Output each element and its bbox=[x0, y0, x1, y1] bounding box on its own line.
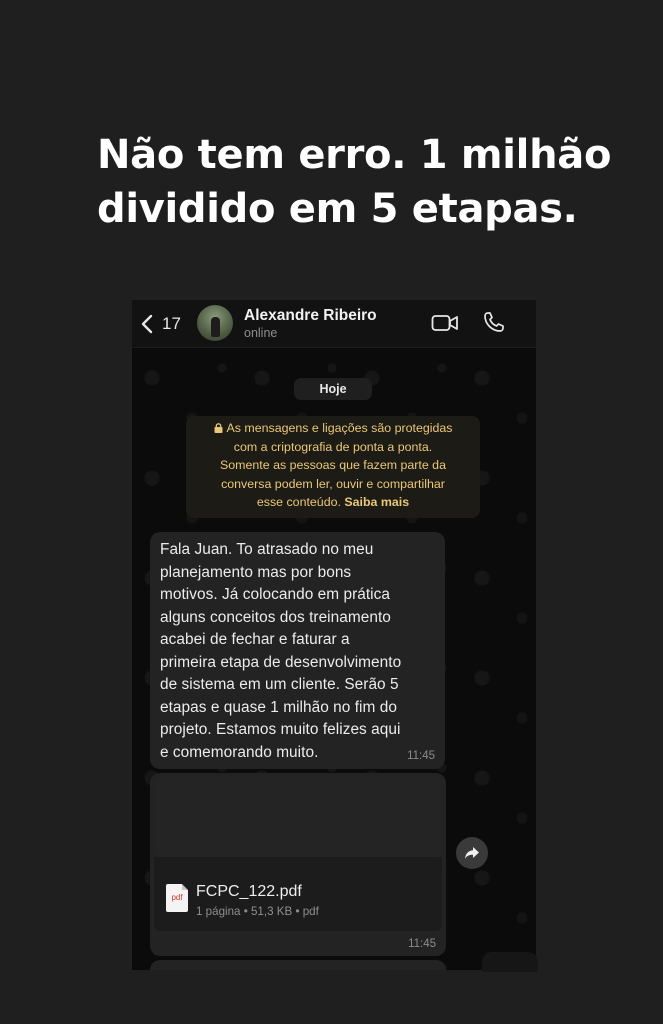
contact-name[interactable]: Alexandre Ribeiro bbox=[244, 307, 377, 325]
chevron-left-icon bbox=[141, 314, 153, 334]
document-message[interactable]: pdf FCPC_122.pdf 1 página • 51,3 KB • pd… bbox=[150, 773, 446, 956]
encryption-line-5: esse conteúdo. Saiba mais bbox=[256, 495, 410, 510]
video-call-icon[interactable] bbox=[431, 312, 459, 334]
contact-status: online bbox=[244, 326, 278, 340]
document-meta: 1 página • 51,3 KB • pdf bbox=[196, 905, 319, 918]
message-bubble[interactable]: Fala Juan. To atrasado no meu planejamen… bbox=[150, 532, 445, 769]
encryption-line-2: com a criptografia de ponta a ponta. bbox=[233, 439, 433, 454]
unread-count: 17 bbox=[162, 314, 181, 333]
avatar-figure bbox=[211, 317, 220, 337]
headline-line-1: Não tem erro. 1 milhão bbox=[97, 132, 612, 178]
message-text: Fala Juan. To atrasado no meu planejamen… bbox=[160, 541, 402, 761]
chat-screenshot: 17 Alexandre Ribeiro online Hoje As mens… bbox=[132, 300, 536, 970]
date-separator: Hoje bbox=[294, 378, 372, 400]
forward-icon bbox=[465, 847, 479, 859]
encryption-line-4: conversa podem ler, ouvir e compartilhar bbox=[221, 476, 445, 491]
encryption-notice[interactable]: As mensagens e ligações são protegidas c… bbox=[186, 416, 480, 518]
story-page: Não tem erro. 1 milhão dividido em 5 eta… bbox=[0, 0, 663, 1024]
avatar[interactable] bbox=[197, 305, 233, 341]
lock-icon bbox=[214, 423, 223, 433]
document-name: FCPC_122.pdf bbox=[196, 883, 302, 900]
encryption-line-3: Somente as pessoas que fazem parte da bbox=[220, 458, 446, 473]
message-time: 11:45 bbox=[408, 938, 436, 950]
encryption-line-1: As mensagens e ligações são protegidas bbox=[186, 419, 480, 438]
overlay-peek bbox=[482, 952, 538, 972]
next-message-peek bbox=[150, 960, 446, 970]
headline: Não tem erro. 1 milhão dividido em 5 eta… bbox=[97, 128, 617, 236]
phone-call-icon[interactable] bbox=[482, 310, 506, 334]
back-button[interactable]: 17 bbox=[140, 312, 181, 336]
pdf-file-icon: pdf bbox=[166, 884, 188, 912]
message-time: 11:45 bbox=[407, 750, 435, 762]
document-preview[interactable] bbox=[154, 777, 442, 857]
learn-more-link[interactable]: Saiba mais bbox=[344, 495, 409, 509]
headline-line-2: dividido em 5 etapas. bbox=[97, 186, 578, 232]
forward-button[interactable] bbox=[456, 837, 488, 869]
document-card[interactable]: pdf FCPC_122.pdf 1 página • 51,3 KB • pd… bbox=[154, 857, 442, 931]
chat-header: 17 Alexandre Ribeiro online bbox=[132, 300, 536, 348]
